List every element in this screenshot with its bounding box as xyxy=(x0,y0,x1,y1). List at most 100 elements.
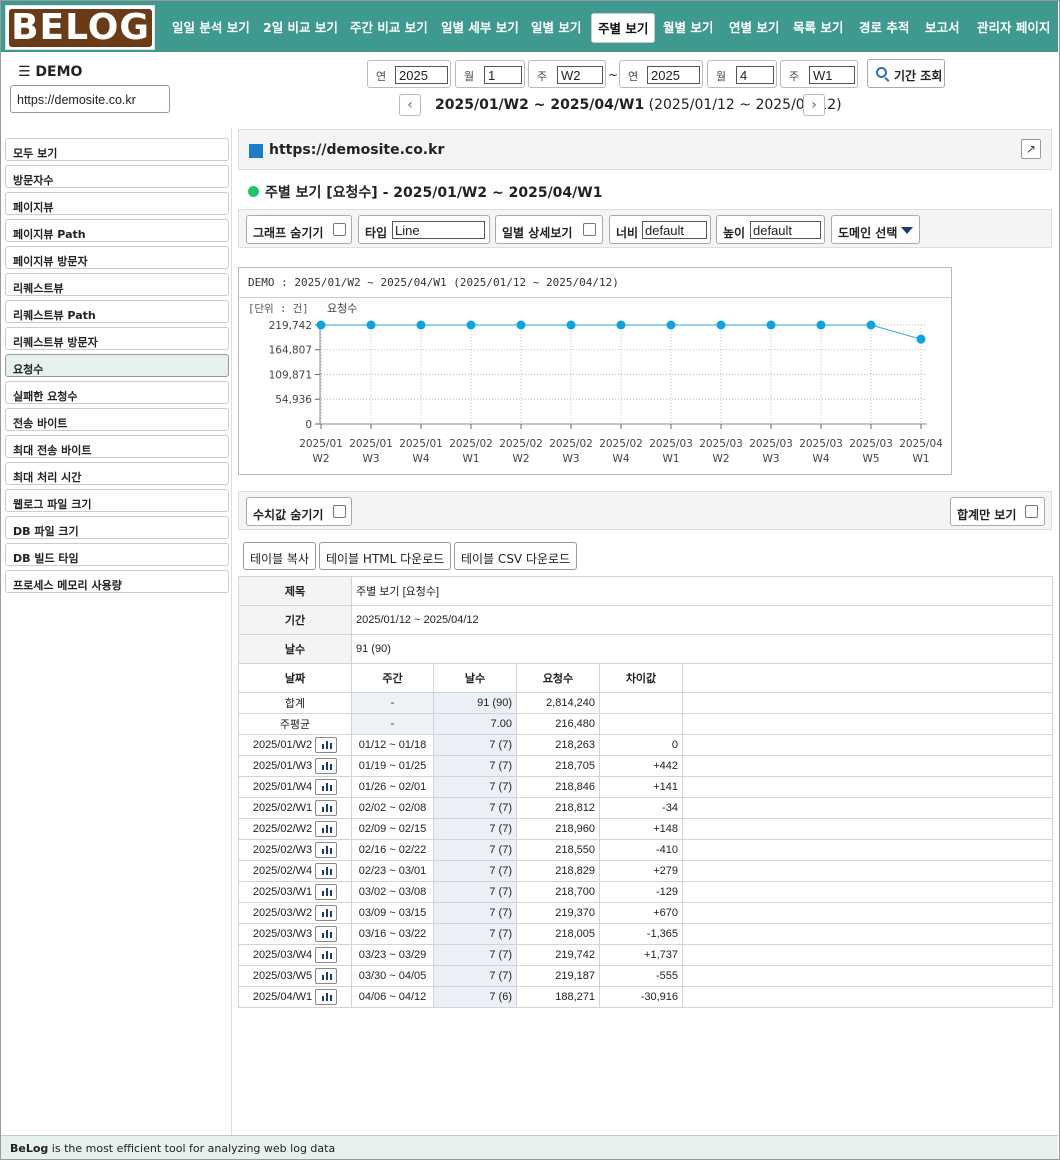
row-empty xyxy=(681,881,1054,903)
width-label: 너비 xyxy=(616,226,639,240)
bar-chart-icon[interactable] xyxy=(315,989,338,1005)
table-row: 2025/01/W3 01/19 ~ 01/25 7 (7) 218,705 +442 xyxy=(238,755,1054,777)
row-date-text: 2025/02/W1 xyxy=(252,801,313,814)
bar-chart-icon[interactable] xyxy=(315,968,338,984)
sum-only-toggle[interactable]: 합계만 보기 xyxy=(950,497,1045,526)
type-control: 타입 Line xyxy=(358,215,490,244)
row-days: 91 (90) xyxy=(433,692,517,714)
nav-item-6[interactable]: 월별 보기 xyxy=(663,13,713,43)
hide-graph-checkbox[interactable] xyxy=(333,223,346,236)
sidebar-item-7[interactable]: 리퀘스트뷰 방문자 xyxy=(5,327,229,350)
site-square-icon xyxy=(249,144,263,158)
row-diff: -1,365 xyxy=(599,923,683,945)
row-date: 합계 xyxy=(238,692,352,714)
sidebar-item-12[interactable]: 최대 처리 시간 xyxy=(5,462,229,485)
period-search-button[interactable]: 기간 조회 xyxy=(867,59,945,88)
row-week: 01/19 ~ 01/25 xyxy=(351,755,434,777)
row-days: 7 (7) xyxy=(433,944,517,966)
next-period-button[interactable]: › xyxy=(803,94,825,116)
sidebar-item-14[interactable]: DB 파일 크기 xyxy=(5,516,229,539)
site-select[interactable]: https://demosite.co.kr xyxy=(10,85,170,113)
to-week-input[interactable]: W1 xyxy=(809,66,855,84)
width-input[interactable]: default xyxy=(642,221,707,239)
sidebar-item-9[interactable]: 실패한 요청수 xyxy=(5,381,229,404)
to-year-input[interactable]: 2025 xyxy=(647,66,700,84)
domain-select-button[interactable]: 도메인 선택 xyxy=(831,215,920,244)
sidebar-item-16[interactable]: 프로세스 메모리 사용량 xyxy=(5,570,229,593)
nav-item-1[interactable]: 2일 비교 보기 xyxy=(263,13,338,43)
nav-item-7[interactable]: 연별 보기 xyxy=(729,13,779,43)
hide-values-toggle[interactable]: 수치값 숨기기 xyxy=(246,497,352,526)
sidebar-item-8[interactable]: 요청수 xyxy=(5,354,229,377)
bar-chart-icon[interactable] xyxy=(315,884,338,900)
graph-options-bar: 그래프 숨기기 타입 Line 일별 상세보기 너비 default 높이 de… xyxy=(238,209,1052,248)
nav-item-0[interactable]: 일일 분석 보기 xyxy=(172,13,250,43)
bar-chart-icon[interactable] xyxy=(315,842,338,858)
nav-item-9[interactable]: 경로 추적 xyxy=(859,13,909,43)
row-date-text: 2025/01/W4 xyxy=(252,780,313,793)
meta-key: 날수 xyxy=(238,634,352,664)
sidebar-item-1[interactable]: 방문자수 xyxy=(5,165,229,188)
bar-chart-icon[interactable] xyxy=(315,779,338,795)
from-month-input[interactable]: 1 xyxy=(484,66,522,84)
bar-chart-icon[interactable] xyxy=(315,800,338,816)
nav-item-11[interactable]: 관리자 페이지 xyxy=(977,13,1050,43)
type-input[interactable]: Line xyxy=(392,221,485,239)
chart-data-point xyxy=(366,320,376,330)
sidebar-item-4[interactable]: 페이지뷰 방문자 xyxy=(5,246,229,269)
bar-chart-icon[interactable] xyxy=(315,821,338,837)
nav-item-2[interactable]: 주간 비교 보기 xyxy=(350,13,428,43)
nav-item-4[interactable]: 일별 보기 xyxy=(531,13,581,43)
line-chart: [단위 : 건] 요청수 0 54,936 109,871 164,807 219,742 2… xyxy=(248,302,943,465)
row-days: 7 (7) xyxy=(433,902,517,924)
from-year-input[interactable]: 2025 xyxy=(395,66,448,84)
chart-data-point xyxy=(466,320,476,330)
row-days: 7 (7) xyxy=(433,797,517,819)
row-date: 2025/01/W4 xyxy=(238,776,352,798)
bar-chart-icon[interactable] xyxy=(315,758,338,774)
nav-item-10[interactable]: 보고서 xyxy=(925,13,960,43)
belog-logo[interactable]: BELOG xyxy=(5,5,155,50)
table-html-download-button[interactable]: 테이블 HTML 다운로드 xyxy=(319,542,452,570)
nav-item-5[interactable]: 주별 보기 xyxy=(591,13,656,43)
from-week-input[interactable]: W2 xyxy=(557,66,603,84)
table-csv-download-button[interactable]: 테이블 CSV 다운로드 xyxy=(454,542,578,570)
nav-item-3[interactable]: 일별 세부 보기 xyxy=(441,13,519,43)
bar-chart-icon[interactable] xyxy=(315,947,338,963)
bar-chart-icon[interactable] xyxy=(315,926,338,942)
table-row: 2025/01/W2 01/12 ~ 01/18 7 (7) 218,263 0 xyxy=(238,734,1054,756)
to-month-input[interactable]: 4 xyxy=(736,66,774,84)
bar-chart-icon[interactable] xyxy=(315,737,338,753)
table-meta-row: 기간 2025/01/12 ~ 2025/04/12 xyxy=(238,605,1054,635)
sidebar-item-11[interactable]: 최대 전송 바이트 xyxy=(5,435,229,458)
hide-graph-toggle[interactable]: 그래프 숨기기 xyxy=(246,215,352,244)
external-link-icon[interactable]: ↗ xyxy=(1021,139,1041,159)
row-date: 2025/02/W4 xyxy=(238,860,352,882)
chart-data-point xyxy=(516,320,526,330)
menu-title[interactable]: ☰ DEMO xyxy=(18,64,82,80)
row-week: 02/09 ~ 02/15 xyxy=(351,818,434,840)
sidebar-item-2[interactable]: 페이지뷰 xyxy=(5,192,229,215)
sidebar-item-10[interactable]: 전송 바이트 xyxy=(5,408,229,431)
table-copy-button[interactable]: 테이블 복사 xyxy=(243,542,317,570)
sidebar-item-6[interactable]: 리퀘스트뷰 Path xyxy=(5,300,229,323)
hide-values-checkbox[interactable] xyxy=(333,505,346,518)
footer: BeLog is the most efficient tool for ana… xyxy=(1,1135,1058,1159)
daily-detail-toggle[interactable]: 일별 상세보기 xyxy=(495,215,603,244)
nav-item-8[interactable]: 목록 보기 xyxy=(793,13,843,43)
sidebar-item-15[interactable]: DB 빌드 타임 xyxy=(5,543,229,566)
row-empty xyxy=(681,923,1054,945)
sum-only-checkbox[interactable] xyxy=(1025,505,1038,518)
logo-text: BELOG xyxy=(9,9,152,47)
prev-period-button[interactable]: ‹ xyxy=(399,94,421,116)
height-input[interactable]: default xyxy=(750,221,821,239)
sidebar-item-3[interactable]: 페이지뷰 Path xyxy=(5,219,229,242)
chart-data-point xyxy=(616,320,626,330)
sidebar-item-13[interactable]: 웹로그 파일 크기 xyxy=(5,489,229,512)
sidebar-item-0[interactable]: 모두 보기 xyxy=(5,138,229,161)
bar-chart-icon[interactable] xyxy=(315,863,338,879)
bar-chart-icon[interactable] xyxy=(315,905,338,921)
sidebar-item-5[interactable]: 리퀘스트뷰 xyxy=(5,273,229,296)
daily-detail-checkbox[interactable] xyxy=(583,223,596,236)
table-row: 2025/03/W3 03/16 ~ 03/22 7 (7) 218,005 -1,36… xyxy=(238,923,1054,945)
